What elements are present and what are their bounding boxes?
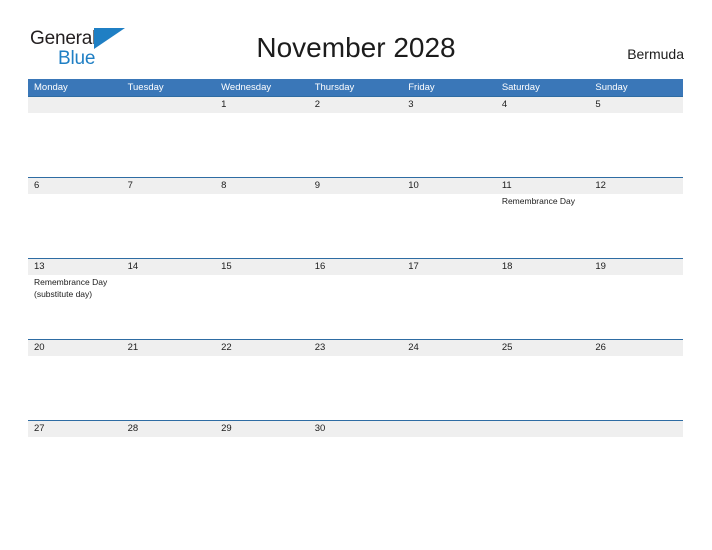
calendar-day-cell-empty — [589, 421, 683, 501]
week-cells: 13 Remembrance Day (substitute day) 14 15 16 1… — [28, 259, 683, 339]
day-number: 25 — [501, 342, 513, 353]
calendar-day-cell[interactable]: 10 — [402, 178, 496, 258]
calendar-day-cell[interactable]: 4 — [496, 97, 590, 177]
calendar-day-cell[interactable]: 3 — [402, 97, 496, 177]
day-number: 14 — [127, 261, 139, 272]
day-events: Remembrance Day (substitute day) — [34, 275, 122, 300]
weekday-header-monday: Monday — [34, 82, 68, 93]
weekday-header-thursday: Thursday — [314, 82, 355, 93]
day-number: 28 — [127, 423, 139, 434]
calendar-day-cell[interactable]: 9 — [309, 178, 403, 258]
week-cells: 6 7 8 9 10 11 Remembrance Day 12 — [28, 178, 683, 258]
calendar-day-cell[interactable]: 7 — [122, 178, 216, 258]
calendar-day-cell[interactable]: 2 — [309, 97, 403, 177]
calendar-day-cell-empty — [496, 421, 590, 501]
day-number: 5 — [595, 99, 601, 110]
day-number: 18 — [501, 261, 513, 272]
day-number: 24 — [408, 342, 419, 353]
day-number: 11 — [501, 180, 512, 191]
calendar-day-cell[interactable]: 14 — [122, 259, 216, 339]
calendar-day-cell[interactable]: 23 — [309, 340, 403, 420]
day-number: 30 — [314, 423, 326, 434]
day-number: 22 — [221, 342, 232, 353]
page-title: November 2028 — [256, 32, 456, 63]
day-number: 7 — [127, 180, 133, 191]
calendar-day-cell[interactable]: 1 — [215, 97, 309, 177]
event-label: Remembrance Day — [501, 196, 576, 206]
day-number: 26 — [595, 342, 606, 353]
calendar-day-cell[interactable]: 24 — [402, 340, 496, 420]
calendar-day-cell[interactable]: 28 — [122, 421, 216, 501]
day-number: 10 — [408, 180, 419, 191]
week-cells: 20 21 22 23 24 25 26 — [28, 340, 683, 420]
day-number: 29 — [221, 423, 232, 434]
calendar-day-cell[interactable]: 30 — [309, 421, 403, 501]
calendar-day-cell[interactable]: 13 Remembrance Day (substitute day) — [28, 259, 122, 339]
calendar-day-cell-empty — [122, 97, 216, 177]
calendar-day-cell[interactable]: 27 — [28, 421, 122, 501]
event-label: (substitute day) — [34, 288, 93, 299]
day-number: 15 — [221, 261, 232, 272]
calendar-day-cell[interactable]: 25 — [496, 340, 590, 420]
weekday-header-friday: Friday — [408, 82, 435, 93]
calendar-day-cell[interactable]: 8 — [215, 178, 309, 258]
month-calendar: Monday Tuesday Wednesday Thursday Friday… — [28, 79, 683, 501]
calendar-day-cell[interactable]: 15 — [215, 259, 309, 339]
calendar-week-row: 6 7 8 9 10 11 Remembrance Day 12 — [28, 177, 683, 258]
calendar-week-row: 1 2 3 4 5 — [28, 96, 683, 177]
calendar-day-cell[interactable]: 6 — [28, 178, 122, 258]
calendar-day-cell[interactable]: 22 — [215, 340, 309, 420]
day-number: 1 — [221, 99, 227, 110]
day-number: 6 — [34, 180, 40, 191]
weekday-header-tuesday: Tuesday — [127, 82, 164, 93]
day-number: 8 — [221, 180, 227, 191]
calendar-day-cell-empty — [28, 97, 122, 177]
calendar-week-row: 27 28 29 30 — [28, 420, 683, 501]
calendar-day-cell-empty — [402, 421, 496, 501]
day-number: 27 — [34, 423, 45, 434]
week-cells: 27 28 29 30 — [28, 421, 683, 501]
day-number: 3 — [408, 99, 414, 110]
locale-label: Bermuda — [627, 46, 684, 62]
event-label: Remembrance Day — [34, 277, 108, 287]
calendar-week-row: 13 Remembrance Day (substitute day) 14 15 16 1… — [28, 258, 683, 339]
calendar-day-cell[interactable]: 5 — [589, 97, 683, 177]
day-number: 19 — [595, 261, 606, 272]
calendar-page: General Blue November 2028 Bermuda Monda… — [0, 0, 712, 550]
calendar-day-cell[interactable]: 19 — [589, 259, 683, 339]
day-number: 16 — [314, 261, 326, 272]
calendar-day-cell[interactable]: 29 — [215, 421, 309, 501]
calendar-day-cell[interactable]: 18 — [496, 259, 590, 339]
day-events: Remembrance Day — [502, 194, 590, 208]
calendar-day-cell[interactable]: 11 Remembrance Day — [496, 178, 590, 258]
calendar-day-cell[interactable]: 20 — [28, 340, 122, 420]
calendar-weeks: 1 2 3 4 5 6 7 8 9 10 11 Remembrance Day 12 13 Remembra… — [28, 96, 683, 501]
day-number: 2 — [314, 99, 320, 110]
day-number: 4 — [501, 99, 508, 110]
weekday-header-wednesday: Wednesday — [221, 82, 272, 93]
calendar-day-cell[interactable]: 12 — [589, 178, 683, 258]
calendar-day-cell[interactable]: 21 — [122, 340, 216, 420]
weekday-header-row: Monday Tuesday Wednesday Thursday Friday… — [28, 79, 683, 96]
page-header: General Blue November 2028 Bermuda — [0, 0, 712, 78]
day-number: 12 — [595, 180, 606, 191]
weekday-header-sunday: Sunday — [595, 82, 628, 93]
day-number: 13 — [34, 261, 45, 272]
calendar-day-cell[interactable]: 16 — [309, 259, 403, 339]
day-number: 23 — [314, 342, 326, 353]
day-number: 9 — [314, 180, 320, 191]
calendar-day-cell[interactable]: 17 — [402, 259, 496, 339]
day-number: 20 — [34, 342, 45, 353]
day-number: 17 — [408, 261, 419, 272]
day-number: 21 — [127, 342, 139, 353]
calendar-week-row: 20 21 22 23 24 25 26 — [28, 339, 683, 420]
calendar-day-cell[interactable]: 26 — [589, 340, 683, 420]
weekday-header-saturday: Saturday — [501, 82, 540, 93]
week-cells: 1 2 3 4 5 — [28, 97, 683, 177]
